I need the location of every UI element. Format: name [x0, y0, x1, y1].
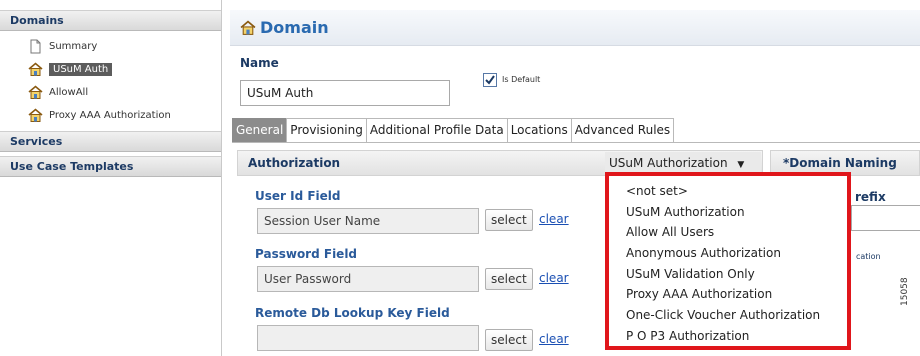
- dropdown-option[interactable]: One-Click Voucher Authorization: [626, 305, 847, 326]
- domains-header[interactable]: Domains: [0, 10, 221, 31]
- dropdown-option[interactable]: P O P3 Authorization: [626, 326, 847, 347]
- name-input[interactable]: USuM Auth: [240, 80, 450, 106]
- dropdown-option[interactable]: USuM Validation Only: [626, 264, 847, 285]
- house-icon: [240, 19, 256, 36]
- house-icon: [28, 84, 43, 100]
- password-field-input[interactable]: User Password: [257, 266, 479, 292]
- sidebar-item-label: Summary: [49, 40, 98, 52]
- house-icon: [28, 61, 43, 77]
- authorization-title: Authorization: [248, 156, 341, 170]
- user-id-field-label: User Id Field: [255, 189, 341, 203]
- prefix-input-partial[interactable]: [851, 205, 920, 231]
- dropdown-option[interactable]: Anonymous Authorization: [626, 243, 847, 264]
- page-icon: [28, 39, 43, 54]
- authorization-select[interactable]: USuM Authorization ▼: [605, 152, 761, 174]
- remote-db-lookup-label: Remote Db Lookup Key Field: [255, 306, 450, 320]
- domain-naming-title: *Domain Naming: [783, 156, 897, 170]
- house-icon: [28, 107, 43, 123]
- use-case-templates-header[interactable]: Use Case Templates: [0, 156, 221, 177]
- tab-general[interactable]: General: [232, 118, 288, 142]
- tab-divider: [232, 142, 920, 143]
- authorization-selected-value: USuM Authorization: [609, 156, 728, 170]
- sidebar-item-summary[interactable]: Summary: [28, 37, 102, 55]
- tab-provisioning[interactable]: Provisioning: [286, 118, 367, 142]
- remote-db-select-button[interactable]: select: [485, 329, 533, 351]
- remote-db-lookup-input[interactable]: [257, 325, 479, 351]
- figure-id: 15058: [900, 277, 910, 306]
- password-select-button[interactable]: select: [485, 268, 533, 290]
- authorization-dropdown-list: <not set> USuM Authorization Allow All U…: [605, 172, 851, 350]
- services-header[interactable]: Services: [0, 131, 221, 152]
- sidebar-item-label: Proxy AAA Authorization: [49, 109, 171, 121]
- password-field-label: Password Field: [255, 247, 358, 261]
- name-label: Name: [240, 56, 279, 70]
- sidebar-item-proxy-aaa[interactable]: Proxy AAA Authorization: [28, 106, 176, 124]
- password-clear-link[interactable]: clear: [539, 271, 569, 285]
- sidebar-item-label: USuM Auth: [49, 62, 113, 76]
- is-default-label: Is Default: [502, 75, 541, 84]
- sidebar: Domains Summary USuM Auth AllowAll Proxy…: [0, 0, 222, 356]
- page-title-text: Domain: [260, 18, 329, 37]
- user-id-select-button[interactable]: select: [485, 209, 533, 231]
- dropdown-option[interactable]: USuM Authorization: [626, 202, 847, 223]
- location-label-partial: cation: [856, 252, 881, 261]
- is-default-checkbox[interactable]: [483, 73, 497, 87]
- user-id-field-input[interactable]: Session User Name: [257, 208, 479, 234]
- sidebar-item-usum-auth[interactable]: USuM Auth: [28, 60, 117, 78]
- prefix-label-partial: refix: [855, 190, 886, 204]
- tab-advanced-rules[interactable]: Advanced Rules: [570, 118, 675, 142]
- dropdown-option[interactable]: <not set>: [626, 181, 847, 202]
- sidebar-item-label: AllowAll: [49, 86, 89, 98]
- tab-additional-profile-data[interactable]: Additional Profile Data: [365, 118, 508, 142]
- tab-locations[interactable]: Locations: [506, 118, 572, 142]
- caret-down-icon: ▼: [737, 160, 745, 170]
- tab-bar: General Provisioning Additional Profile …: [232, 118, 675, 142]
- user-id-clear-link[interactable]: clear: [539, 212, 569, 226]
- dropdown-option[interactable]: Proxy AAA Authorization: [626, 284, 847, 305]
- dropdown-option[interactable]: Allow All Users: [626, 222, 847, 243]
- main-header: Domain: [230, 10, 920, 46]
- sidebar-item-allowall[interactable]: AllowAll: [28, 83, 93, 101]
- check-icon: [485, 75, 495, 85]
- remote-db-clear-link[interactable]: clear: [539, 332, 569, 346]
- page-title: Domain: [240, 18, 329, 37]
